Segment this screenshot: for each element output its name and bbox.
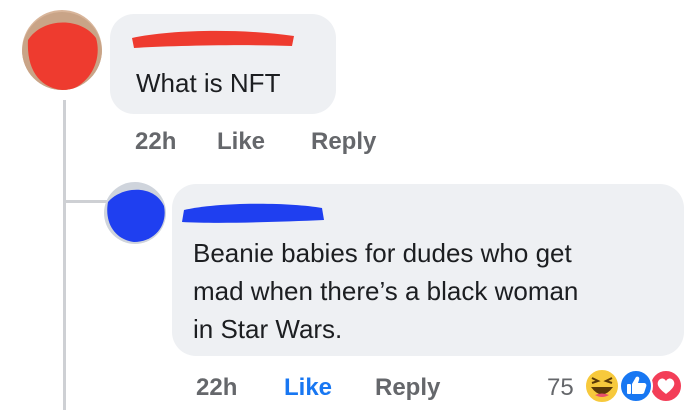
reply-timestamp[interactable]: 22h [196, 374, 237, 402]
reply-text-line-2: mad when there’s a black woman [193, 276, 579, 306]
comment-timestamp[interactable]: 22h [135, 128, 176, 156]
reply-text-line-3: in Star Wars. [193, 314, 343, 344]
reply-text-line-1: Beanie babies for dudes who get [193, 238, 572, 268]
reply-reply-button[interactable]: Reply [375, 374, 440, 402]
comment-like-button[interactable]: Like [217, 128, 265, 156]
commenter-avatar[interactable] [22, 10, 102, 90]
replier-avatar[interactable] [104, 182, 166, 244]
thread-line-branch [63, 200, 107, 203]
redacted-name [182, 203, 324, 223]
like-icon [619, 369, 653, 403]
haha-icon [584, 368, 620, 404]
reaction-icons[interactable] [580, 368, 684, 404]
redacted-name [132, 30, 294, 48]
comment-text: What is NFT [136, 68, 281, 98]
comment-reply-button[interactable]: Reply [311, 128, 376, 156]
reply-like-button[interactable]: Like [284, 374, 332, 402]
thread-line-vertical [63, 100, 66, 410]
reaction-count[interactable]: 75 [547, 374, 574, 402]
love-icon [649, 369, 683, 403]
